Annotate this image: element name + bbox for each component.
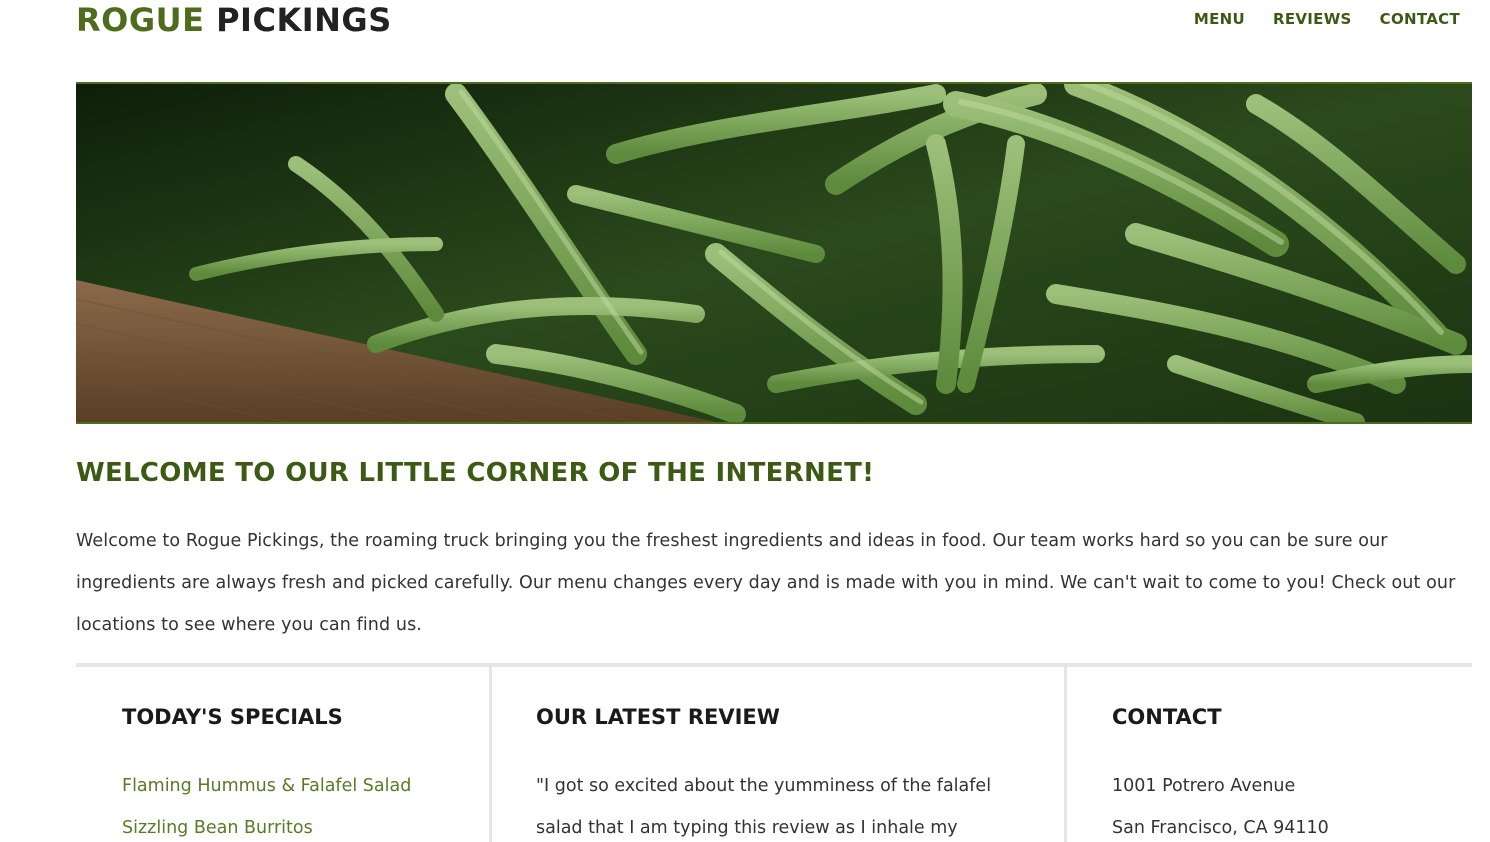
contact-section: CONTACT 1001 Potrero Avenue San Francisc… (1064, 667, 1472, 842)
latest-review-section: OUR LATEST REVIEW "I got so excited abou… (489, 667, 1061, 842)
nav-link-menu[interactable]: MENU (1194, 10, 1245, 28)
site-logo[interactable]: ROGUE PICKINGS (76, 2, 392, 38)
specials-heading: TODAY'S SPECIALS (122, 705, 343, 729)
contact-address: 1001 Potrero Avenue San Francisco, CA 94… (1112, 765, 1329, 842)
main-nav: MENU REVIEWS CONTACT (1194, 10, 1460, 28)
nav-link-reviews[interactable]: REVIEWS (1273, 10, 1352, 28)
hero-image (76, 82, 1472, 424)
special-item[interactable]: Flaming Hummus & Falafel Salad (122, 765, 411, 807)
review-heading: OUR LATEST REVIEW (536, 705, 780, 729)
nav-link-contact[interactable]: CONTACT (1380, 10, 1460, 28)
welcome-paragraph: Welcome to Rogue Pickings, the roaming t… (76, 531, 1456, 635)
contact-heading: CONTACT (1112, 705, 1222, 729)
address-line-1: 1001 Potrero Avenue (1112, 776, 1296, 796)
review-quote: "I got so excited about the yumminess of… (536, 776, 992, 838)
special-item[interactable]: Sizzling Bean Burritos (122, 807, 411, 842)
logo-part-rogue: ROGUE (76, 1, 205, 39)
welcome-heading: WELCOME TO OUR LITTLE CORNER OF THE INTE… (76, 458, 875, 488)
specials-list: Flaming Hummus & Falafel Salad Sizzling … (122, 765, 411, 842)
address-line-2: San Francisco, CA 94110 (1112, 818, 1329, 838)
logo-part-pickings: PICKINGS (216, 1, 392, 39)
site-header: ROGUE PICKINGS MENU REVIEWS CONTACT (76, 0, 1472, 44)
green-beans-photo (76, 84, 1472, 422)
todays-specials-section: TODAY'S SPECIALS Flaming Hummus & Falafe… (76, 667, 485, 842)
